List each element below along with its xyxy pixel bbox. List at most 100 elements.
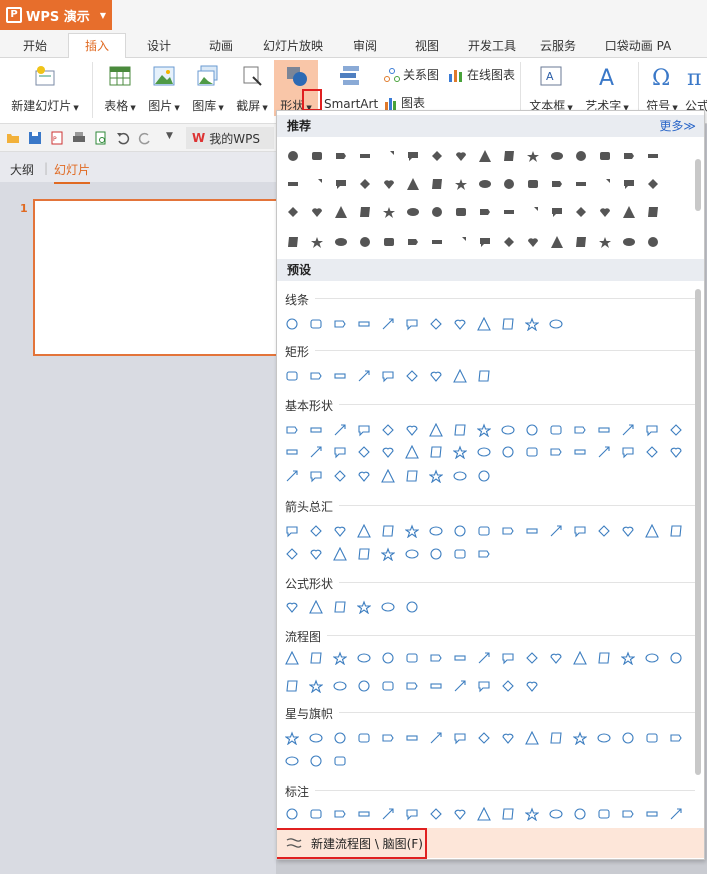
shape-option-icon[interactable] xyxy=(430,149,444,163)
shape-option-icon[interactable] xyxy=(550,205,564,219)
shape-option-icon[interactable] xyxy=(597,524,611,538)
shape-option-icon[interactable] xyxy=(477,679,491,693)
shape-option-icon[interactable] xyxy=(429,524,443,538)
shape-option-icon[interactable] xyxy=(669,524,683,538)
shape-option-icon[interactable] xyxy=(597,807,611,821)
shape-option-icon[interactable] xyxy=(309,807,323,821)
shape-option-icon[interactable] xyxy=(502,235,516,249)
new-slide-button[interactable]: 新建幻灯片 ▼ xyxy=(8,64,82,114)
shape-option-icon[interactable] xyxy=(477,317,491,331)
shape-option-icon[interactable] xyxy=(669,731,683,745)
shape-option-icon[interactable] xyxy=(381,807,395,821)
shape-option-icon[interactable] xyxy=(406,205,420,219)
shape-option-icon[interactable] xyxy=(405,651,419,665)
export-pdf-icon[interactable]: P xyxy=(50,131,64,145)
shape-option-icon[interactable] xyxy=(549,423,563,437)
shape-option-icon[interactable] xyxy=(549,445,563,459)
shape-option-icon[interactable] xyxy=(405,317,419,331)
shape-option-icon[interactable] xyxy=(405,807,419,821)
shape-option-icon[interactable] xyxy=(310,149,324,163)
shape-option-icon[interactable] xyxy=(597,731,611,745)
shape-option-icon[interactable] xyxy=(381,445,395,459)
shape-option-icon[interactable] xyxy=(333,317,347,331)
shape-option-icon[interactable] xyxy=(334,177,348,191)
shape-option-icon[interactable] xyxy=(645,445,659,459)
shape-option-icon[interactable] xyxy=(309,600,323,614)
recommended-scrollbar[interactable] xyxy=(695,159,701,211)
shape-option-icon[interactable] xyxy=(478,235,492,249)
shape-option-icon[interactable] xyxy=(477,445,491,459)
open-folder-icon[interactable] xyxy=(6,131,20,145)
shape-option-icon[interactable] xyxy=(645,524,659,538)
shape-option-icon[interactable] xyxy=(406,235,420,249)
shape-option-icon[interactable] xyxy=(285,807,299,821)
shape-option-icon[interactable] xyxy=(621,731,635,745)
shape-option-icon[interactable] xyxy=(334,149,348,163)
shape-option-icon[interactable] xyxy=(381,317,395,331)
shape-option-icon[interactable] xyxy=(405,369,419,383)
shape-option-icon[interactable] xyxy=(309,524,323,538)
more-link[interactable]: 更多≫ xyxy=(659,115,696,137)
shape-option-icon[interactable] xyxy=(669,651,683,665)
shape-option-icon[interactable] xyxy=(406,177,420,191)
shape-option-icon[interactable] xyxy=(357,547,371,561)
shape-option-icon[interactable] xyxy=(285,600,299,614)
shape-option-icon[interactable] xyxy=(453,423,467,437)
shape-option-icon[interactable] xyxy=(549,524,563,538)
shape-option-icon[interactable] xyxy=(622,235,636,249)
shape-option-icon[interactable] xyxy=(597,651,611,665)
shape-option-icon[interactable] xyxy=(357,524,371,538)
shape-option-icon[interactable] xyxy=(429,807,443,821)
tab-home[interactable]: 开始 xyxy=(14,35,56,58)
shape-option-icon[interactable] xyxy=(525,445,539,459)
tab-developer[interactable]: 开发工具 xyxy=(462,35,522,58)
shape-option-icon[interactable] xyxy=(381,651,395,665)
shape-option-icon[interactable] xyxy=(574,177,588,191)
shape-option-icon[interactable] xyxy=(502,177,516,191)
shape-option-icon[interactable] xyxy=(501,524,515,538)
shape-option-icon[interactable] xyxy=(621,807,635,821)
shape-option-icon[interactable] xyxy=(405,423,419,437)
new-flowchart-button[interactable]: 新建流程图 \ 脑图(F) xyxy=(277,828,704,859)
shape-option-icon[interactable] xyxy=(453,679,467,693)
shape-option-icon[interactable] xyxy=(550,177,564,191)
shape-option-icon[interactable] xyxy=(526,205,540,219)
shape-option-icon[interactable] xyxy=(621,651,635,665)
shape-option-icon[interactable] xyxy=(285,524,299,538)
shape-option-icon[interactable] xyxy=(358,235,372,249)
shape-option-icon[interactable] xyxy=(429,317,443,331)
tab-outline[interactable]: 大纲 xyxy=(10,161,34,178)
symbol-button[interactable]: Ω 符号 ▼ xyxy=(642,64,682,114)
shape-option-icon[interactable] xyxy=(333,679,347,693)
shape-option-icon[interactable] xyxy=(406,149,420,163)
shape-option-icon[interactable] xyxy=(477,469,491,483)
app-menu-button[interactable]: P WPS 演示 ▼ xyxy=(0,0,112,30)
shape-option-icon[interactable] xyxy=(309,547,323,561)
tab-slides[interactable]: 幻灯片 xyxy=(54,161,91,184)
shape-option-icon[interactable] xyxy=(333,369,347,383)
shape-option-icon[interactable] xyxy=(526,235,540,249)
shape-option-icon[interactable] xyxy=(429,369,443,383)
shape-option-icon[interactable] xyxy=(477,651,491,665)
shape-option-icon[interactable] xyxy=(621,524,635,538)
shape-option-icon[interactable] xyxy=(598,205,612,219)
shape-option-icon[interactable] xyxy=(501,679,515,693)
shape-option-icon[interactable] xyxy=(525,679,539,693)
tab-design[interactable]: 设计 xyxy=(138,35,180,58)
shape-option-icon[interactable] xyxy=(285,547,299,561)
shape-option-icon[interactable] xyxy=(573,651,587,665)
shape-option-icon[interactable] xyxy=(357,651,371,665)
shape-option-icon[interactable] xyxy=(430,235,444,249)
shape-option-icon[interactable] xyxy=(454,205,468,219)
shape-option-icon[interactable] xyxy=(525,807,539,821)
shape-option-icon[interactable] xyxy=(453,547,467,561)
shape-option-icon[interactable] xyxy=(598,149,612,163)
tab-pocket-animation[interactable]: 口袋动画 PA xyxy=(598,35,678,58)
shape-option-icon[interactable] xyxy=(477,731,491,745)
slide-thumbnail[interactable] xyxy=(33,199,283,356)
shape-option-icon[interactable] xyxy=(405,524,419,538)
shape-option-icon[interactable] xyxy=(285,679,299,693)
shape-option-icon[interactable] xyxy=(622,149,636,163)
shape-option-icon[interactable] xyxy=(405,600,419,614)
shape-option-icon[interactable] xyxy=(405,547,419,561)
